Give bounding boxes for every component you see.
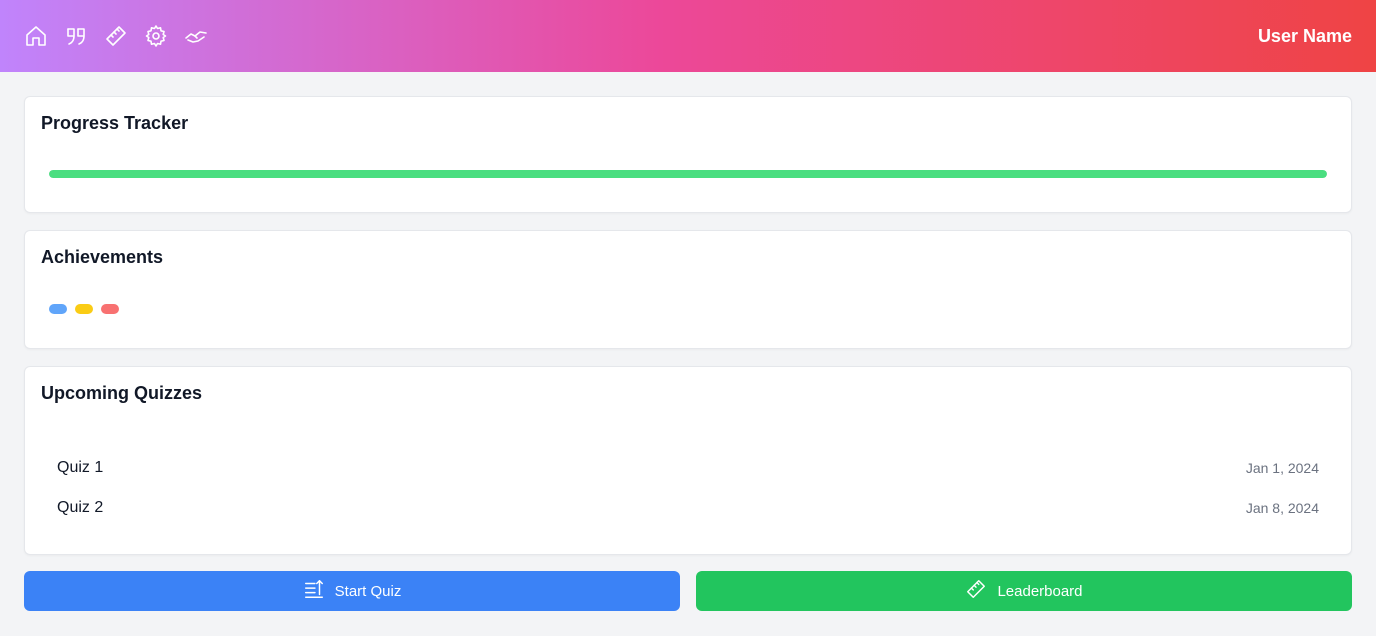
ruler-icon[interactable] — [104, 24, 128, 48]
upcoming-quizzes-card: Upcoming Quizzes Quiz 1 Jan 1, 2024 Quiz… — [24, 366, 1352, 555]
list-icon — [303, 578, 325, 604]
progress-bar — [49, 170, 1327, 178]
start-quiz-label: Start Quiz — [334, 582, 402, 600]
home-icon[interactable] — [24, 24, 48, 48]
progress-tracker-card: Progress Tracker — [24, 96, 1352, 213]
user-name[interactable]: User Name — [1258, 26, 1352, 47]
quiz-date: Jan 1, 2024 — [1245, 460, 1319, 476]
achievement-badges — [49, 304, 1335, 314]
nav-icons — [24, 24, 208, 48]
leaderboard-button[interactable]: Leaderboard — [696, 571, 1352, 611]
handshake-icon[interactable] — [184, 24, 208, 48]
start-quiz-button[interactable]: Start Quiz — [24, 571, 680, 611]
achievements-title: Achievements — [41, 247, 164, 267]
leaderboard-label: Leaderboard — [997, 582, 1083, 600]
quiz-list: Quiz 1 Jan 1, 2024 Quiz 2 Jan 8, 2024 — [41, 448, 1335, 528]
progress-tracker-title: Progress Tracker — [41, 113, 189, 133]
quiz-name: Quiz 1 — [57, 459, 104, 476]
quiz-list-item[interactable]: Quiz 2 Jan 8, 2024 — [57, 488, 1319, 528]
achievement-badge-yellow[interactable] — [75, 304, 93, 314]
achievement-badge-blue[interactable] — [49, 304, 67, 314]
achievements-card: Achievements — [24, 230, 1352, 349]
main-content: Progress Tracker Achievements Upcoming Q… — [0, 72, 1376, 611]
action-buttons: Start Quiz Leaderboard — [24, 571, 1352, 611]
quiz-name: Quiz 2 — [57, 499, 104, 516]
upcoming-quizzes-title: Upcoming Quizzes — [41, 383, 203, 403]
quiz-date: Jan 8, 2024 — [1245, 500, 1319, 516]
progress-bar-fill — [49, 170, 1327, 178]
top-header: User Name — [0, 0, 1376, 72]
achievement-badge-red[interactable] — [101, 304, 119, 314]
gear-icon[interactable] — [144, 24, 168, 48]
quote-icon[interactable] — [64, 24, 88, 48]
quiz-list-item[interactable]: Quiz 1 Jan 1, 2024 — [57, 448, 1319, 488]
ruler-icon — [965, 578, 987, 604]
